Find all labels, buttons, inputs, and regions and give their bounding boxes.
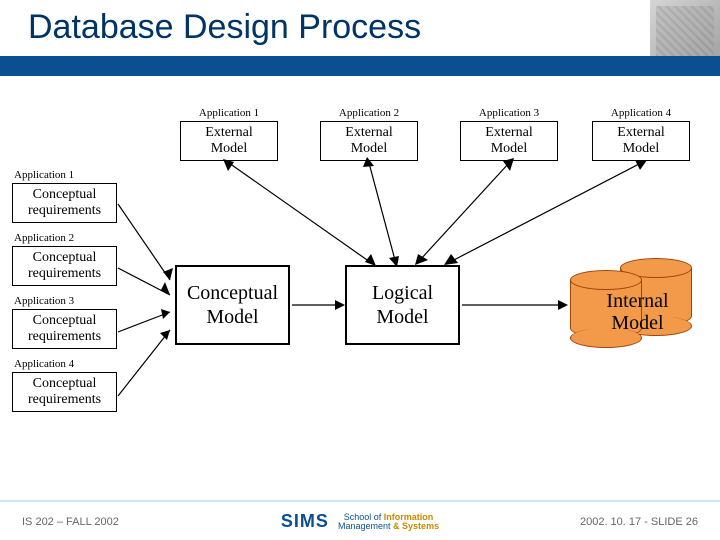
external-model-2-line1: External [321,125,417,141]
external-model-3-app-label: Application 3 [460,108,558,119]
requirements-4-line1: Conceptual [13,376,116,392]
requirements-1-app-label: Application 1 [14,170,122,181]
arrow-ext1-to-logical [223,159,376,266]
external-model-2-line2: Model [321,141,417,157]
arrow-logical-to-internal [462,300,568,310]
external-model-4-line1: External [593,125,689,141]
requirements-1: Application 1 Conceptual requirements [12,170,122,223]
conceptual-model-line1: Conceptual [177,281,288,305]
arrow-req2-to-conceptual [118,268,170,295]
external-model-4: Application 4 External Model [592,108,690,161]
requirements-2-line1: Conceptual [13,250,116,266]
requirements-2: Application 2 Conceptual requirements [12,233,122,286]
requirements-3-line1: Conceptual [13,313,116,329]
logical-model-box: Logical Model [345,265,460,345]
requirements-1-line2: requirements [13,203,116,219]
external-model-4-app-label: Application 4 [592,108,690,119]
arrow-req3-to-conceptual [118,309,170,332]
footer: IS 202 – FALL 2002 SIMS School of Inform… [0,506,720,532]
logo-sub2b: Management [338,521,391,531]
external-model-3-line2: Model [461,141,557,157]
external-model-2-app-label: Application 2 [320,108,418,119]
external-model-1-app-label: Application 1 [180,108,278,119]
requirements-3: Application 3 Conceptual requirements [12,296,122,349]
external-model-3-line1: External [461,125,557,141]
external-model-3: Application 3 External Model [460,108,558,161]
external-model-2: Application 2 External Model [320,108,418,161]
requirements-2-app-label: Application 2 [14,233,122,244]
logical-model-line2: Model [347,305,458,329]
logo-main: SIMS [281,511,329,531]
footer-divider [0,500,720,502]
conceptual-model-box: Conceptual Model [175,265,290,345]
requirements-4-line2: requirements [13,392,116,408]
logo-sub2c: & Systems [393,521,439,531]
logical-model-line1: Logical [347,281,458,305]
arrow-ext2-to-logical [363,157,399,267]
requirements-3-app-label: Application 3 [14,296,122,307]
external-model-1: Application 1 External Model [180,108,278,161]
conceptual-model-line2: Model [177,305,288,329]
external-model-4-line2: Model [593,141,689,157]
requirements-4-app-label: Application 4 [14,359,122,370]
internal-model-cylinders: Internal Model [570,258,705,354]
external-models-row: Application 1 External Model Application… [0,108,720,170]
arrow-req4-to-conceptual [118,330,170,396]
footer-right: 2002. 10. 17 - SLIDE 26 [580,516,698,528]
arrow-conceptual-to-logical [292,300,345,310]
page-title: Database Design Process [28,10,421,44]
arrow-ext3-to-logical [415,158,514,265]
external-model-1-line2: Model [181,141,277,157]
title-underline [0,56,720,76]
external-model-1-line1: External [181,125,277,141]
requirements-column: Application 1 Conceptual requirements Ap… [12,170,122,422]
requirements-4: Application 4 Conceptual requirements [12,359,122,412]
arrow-req1-to-conceptual [118,204,173,280]
arrow-ext4-to-logical [444,160,647,265]
requirements-3-line2: requirements [13,329,116,345]
internal-model-line1: Internal [606,290,668,312]
internal-model-line2: Model [611,312,663,334]
requirements-2-line2: requirements [13,266,116,282]
requirements-1-line1: Conceptual [13,187,116,203]
